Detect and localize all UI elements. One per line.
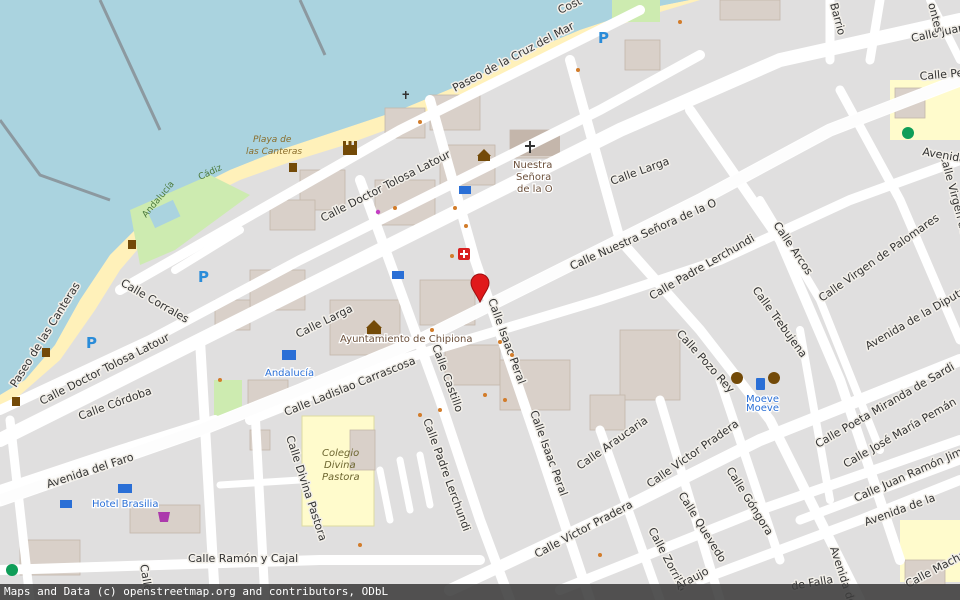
castle-icon xyxy=(343,141,357,155)
school-label: Pastora xyxy=(322,472,360,483)
poi-label: Moeve xyxy=(746,403,779,414)
poi-label: Nuestra xyxy=(513,160,552,171)
shop-icon xyxy=(158,512,170,522)
map-view[interactable]: Calle Larga Calle Larga Calle Doctor Tol… xyxy=(0,0,960,600)
poi-dot xyxy=(375,209,381,215)
beach-label: Playa de xyxy=(253,135,292,145)
school-label: Colegio xyxy=(322,448,359,459)
school-label: Divina xyxy=(324,460,356,471)
poi-label: Andalucía xyxy=(265,367,314,379)
parking-icon: P xyxy=(198,268,209,286)
poi-label: Ayuntamiento de Chipiona xyxy=(340,334,473,345)
map-canvas[interactable]: Calle Larga Calle Larga Calle Doctor Tol… xyxy=(0,0,960,600)
poi-label: Hotel Brasilia xyxy=(92,499,158,510)
beach-label: las Canteras xyxy=(246,147,302,157)
poi-label: Señora xyxy=(516,172,551,183)
pharmacy-icon xyxy=(458,248,470,260)
poi-label: de la O xyxy=(517,184,553,195)
street-label: Calle Ramón y Cajal xyxy=(188,552,298,565)
map-attribution: Maps and Data (c) openstreetmap.org and … xyxy=(0,584,960,600)
fuel-station-icon xyxy=(756,378,765,390)
parking-icon: P xyxy=(86,334,97,352)
parking-icon: P xyxy=(598,29,609,47)
